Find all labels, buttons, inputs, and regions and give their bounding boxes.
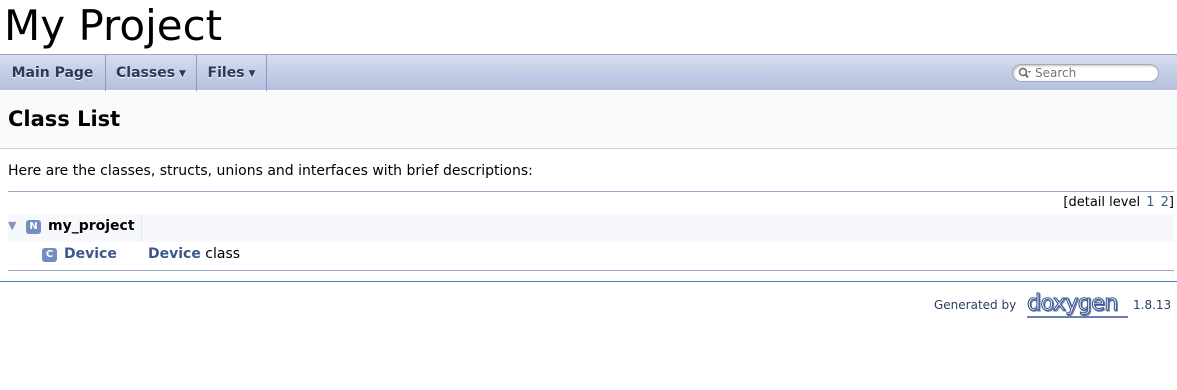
table-row (8, 214, 1174, 242)
detail-level-1-link[interactable]: 1 (1146, 195, 1154, 210)
footer-generated-by: Generated by (934, 298, 1017, 312)
doxygen-logo-text: doxygen (1027, 291, 1118, 316)
class-description: Device class (148, 245, 240, 263)
search-box[interactable] (1012, 64, 1159, 82)
page-title: Class List (8, 107, 121, 131)
class-icon: C (42, 248, 57, 262)
divider (8, 270, 1174, 271)
detail-level-prefix: [detail level (1063, 195, 1141, 210)
footer-divider (0, 281, 1177, 282)
page-header (0, 91, 1177, 149)
chevron-down-icon: ▼ (179, 69, 186, 79)
doxygen-logo[interactable]: doxygen doxygen (1024, 291, 1130, 319)
intro-text: Here are the classes, structs, unions an… (8, 163, 533, 179)
project-title: My Project (4, 1, 223, 50)
tab-main-page[interactable]: Main Page (0, 55, 106, 91)
namespace-icon: N (26, 220, 41, 234)
class-description-link[interactable]: Device (148, 246, 201, 262)
detail-level-2-link[interactable]: 2 (1161, 195, 1169, 210)
column-divider (141, 214, 142, 242)
tab-classes[interactable]: Classes ▼ (106, 55, 197, 91)
namespace-name: my_project (48, 218, 135, 234)
chevron-down-icon: ▼ (248, 69, 256, 79)
tab-files[interactable]: Files ▼ (197, 55, 267, 91)
divider (8, 191, 1174, 192)
navigation-bar: Main Page Classes ▼ Files ▼ (0, 54, 1177, 91)
search-input[interactable] (1035, 65, 1153, 81)
doxygen-version: 1.8.13 (1133, 298, 1172, 312)
detail-level: [detail level 1 2] (1063, 195, 1174, 211)
tab-main-page-label: Main Page (11, 65, 94, 81)
expand-arrow-icon[interactable]: ▼ (8, 219, 16, 232)
tab-classes-label: Classes (116, 65, 176, 81)
class-description-text: class (200, 246, 241, 262)
detail-level-suffix: ] (1168, 195, 1174, 210)
tab-files-label: Files (207, 65, 245, 81)
class-link-device[interactable]: Device (64, 245, 117, 263)
search-icon[interactable] (1018, 67, 1032, 79)
